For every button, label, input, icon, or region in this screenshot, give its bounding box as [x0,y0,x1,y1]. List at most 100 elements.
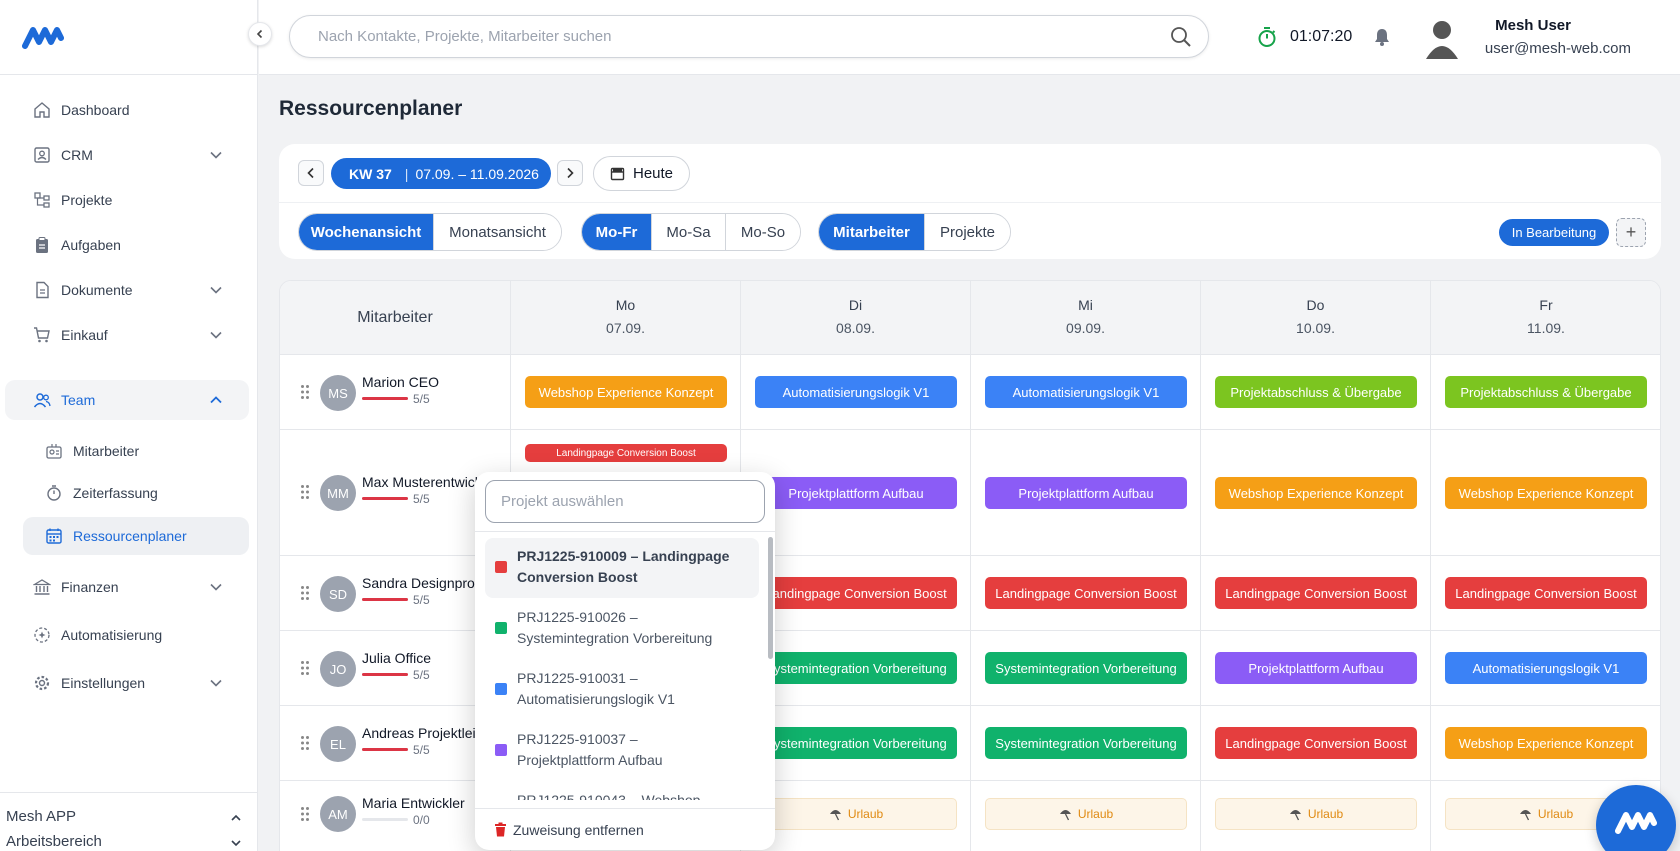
day-cell[interactable]: Systemintegration Vorbereitung [741,631,971,705]
day-cell[interactable]: Projektplattform Aufbau [1201,631,1431,705]
app-switcher[interactable]: Mesh APP [6,808,241,825]
day-cell[interactable]: Automatisierungslogik V1 [741,355,971,429]
assignment-chip[interactable]: Webshop Experience Konzept [1215,477,1417,509]
week-selector[interactable]: KW 37 | 07.09. – 11.09.2026 [331,158,551,189]
assignment-chip[interactable]: Webshop Experience Konzept [525,376,727,408]
assignment-chip[interactable]: Landingpage Conversion Boost [525,444,727,462]
day-cell[interactable]: Webshop Experience Konzept [511,355,741,429]
project-option[interactable]: PRJ1225-910043 – Webshop [485,782,759,800]
drag-handle-icon[interactable] [300,660,310,676]
mo-fr-button[interactable]: Mo-Fr [582,214,652,250]
assignment-chip[interactable]: Projektabschluss & Übergabe [1445,376,1647,408]
assignment-chip[interactable]: Systemintegration Vorbereitung [985,727,1187,759]
nav-projekte[interactable]: Projekte [5,180,249,220]
mesh-logo[interactable] [22,24,64,50]
drag-handle-icon[interactable] [300,384,310,400]
project-option[interactable]: PRJ1225-910009 – Landingpage Conversion B… [485,538,759,598]
day-cell[interactable]: Projektplattform Aufbau [971,430,1201,555]
nav-crm[interactable]: CRM [5,135,249,175]
drag-handle-icon[interactable] [300,484,310,500]
project-option[interactable]: PRJ1225-910037 – Projektplattform Aufbau [485,721,759,781]
assignment-chip[interactable]: Landingpage Conversion Boost [755,577,957,609]
day-cell[interactable]: Webshop Experience Konzept [1201,430,1431,555]
today-button[interactable]: Heute [593,156,690,191]
assignment-chip[interactable]: Projektplattform Aufbau [985,477,1187,509]
capacity-bar [362,397,408,400]
week-view-button[interactable]: Wochenansicht [299,214,434,250]
nav-einkauf[interactable]: Einkauf [5,315,249,355]
vacation-chip[interactable]: Urlaub [1215,798,1417,830]
dropdown-scrollbar[interactable] [768,537,773,659]
day-cell[interactable]: Automatisierungslogik V1 [1431,631,1660,705]
day-cell[interactable]: Systemintegration Vorbereitung [971,706,1201,780]
user-avatar[interactable] [1424,17,1460,59]
bell-icon[interactable] [1372,27,1392,47]
month-view-button[interactable]: Monatsansicht [434,214,561,250]
day-cell[interactable]: Urlaub [1201,781,1431,851]
assignment-chip[interactable]: Landingpage Conversion Boost [1445,577,1647,609]
assignment-chip[interactable]: Projektabschluss & Übergabe [1215,376,1417,408]
assignment-chip[interactable]: Automatisierungslogik V1 [755,376,957,408]
collapse-sidebar-button[interactable] [248,22,272,46]
prev-week-button[interactable] [298,160,324,186]
nav-aufgaben[interactable]: Aufgaben [5,225,249,265]
nav-team[interactable]: Team [5,380,249,420]
assignment-chip[interactable]: Systemintegration Vorbereitung [985,652,1187,684]
day-cell[interactable]: Systemintegration Vorbereitung [741,706,971,780]
projects-mode-button[interactable]: Projekte [925,214,1010,250]
next-week-button[interactable] [557,160,583,186]
remove-assignment-button[interactable]: Zuweisung entfernen [475,808,775,850]
status-badge[interactable]: In Bearbeitung [1499,219,1609,246]
nav-einstellungen[interactable]: Einstellungen [5,663,249,703]
day-cell[interactable]: Urlaub [741,781,971,851]
vacation-chip[interactable]: Urlaub [985,798,1187,830]
project-search-input[interactable] [485,480,765,523]
assignment-chip[interactable]: Automatisierungslogik V1 [1445,652,1647,684]
assignment-chip[interactable]: Webshop Experience Konzept [1445,727,1647,759]
drag-handle-icon[interactable] [300,585,310,601]
nav-automatisierung[interactable]: Automatisierung [5,615,249,655]
vacation-chip[interactable]: Urlaub [755,798,957,830]
day-cell[interactable]: Urlaub [971,781,1201,851]
assignment-chip[interactable]: Webshop Experience Konzept [1445,477,1647,509]
workspace-switcher[interactable]: Arbeitsbereich [6,833,241,850]
day-cell[interactable]: Systemintegration Vorbereitung [971,631,1201,705]
nav-dokumente[interactable]: Dokumente [5,270,249,310]
mo-sa-button[interactable]: Mo-Sa [652,214,726,250]
add-button[interactable]: + [1616,218,1646,247]
nav-zeiterfassung[interactable]: Zeiterfassung [23,474,249,512]
nav-mitarbeiter[interactable]: Mitarbeiter [23,432,249,470]
day-cell[interactable]: Landingpage Conversion Boost [741,556,971,630]
mesh-assistant-button[interactable] [1596,785,1676,851]
project-option[interactable]: PRJ1225-910026 – Systemintegration Vorber… [485,599,759,659]
day-cell[interactable]: Webshop Experience Konzept [1431,706,1660,780]
assignment-chip[interactable]: Projektplattform Aufbau [755,477,957,509]
project-option[interactable]: PRJ1225-910031 – Automatisierungslogik V1 [485,660,759,720]
assignment-chip[interactable]: Landingpage Conversion Boost [1215,727,1417,759]
mo-so-button[interactable]: Mo-So [726,214,800,250]
drag-handle-icon[interactable] [300,806,310,822]
day-cell[interactable]: Projektplattform Aufbau [741,430,971,555]
search-icon[interactable] [1170,26,1192,48]
assignment-chip[interactable]: Systemintegration Vorbereitung [755,727,957,759]
drag-handle-icon[interactable] [300,735,310,751]
day-cell[interactable]: Landingpage Conversion Boost [1201,706,1431,780]
nav-dashboard[interactable]: Dashboard [5,90,249,130]
employees-mode-button[interactable]: Mitarbeiter [819,214,925,250]
day-cell[interactable]: Automatisierungslogik V1 [971,355,1201,429]
day-cell[interactable]: Landingpage Conversion Boost [1201,556,1431,630]
day-cell[interactable]: Projektabschluss & Übergabe [1431,355,1660,429]
assignment-chip[interactable]: Systemintegration Vorbereitung [755,652,957,684]
day-cell[interactable]: Landingpage Conversion Boost [1431,556,1660,630]
assignment-chip[interactable]: Landingpage Conversion Boost [1215,577,1417,609]
day-cell[interactable]: Projektabschluss & Übergabe [1201,355,1431,429]
assignment-chip[interactable]: Landingpage Conversion Boost [985,577,1187,609]
day-cell[interactable]: Landingpage Conversion Boost [971,556,1201,630]
nav-ressourcenplaner[interactable]: Ressourcenplaner [23,517,249,555]
stopwatch-icon[interactable] [1256,26,1278,48]
search-input[interactable] [289,15,1209,58]
assignment-chip[interactable]: Projektplattform Aufbau [1215,652,1417,684]
assignment-chip[interactable]: Automatisierungslogik V1 [985,376,1187,408]
day-cell[interactable]: Webshop Experience Konzept [1431,430,1660,555]
nav-finanzen[interactable]: Finanzen [5,567,249,607]
